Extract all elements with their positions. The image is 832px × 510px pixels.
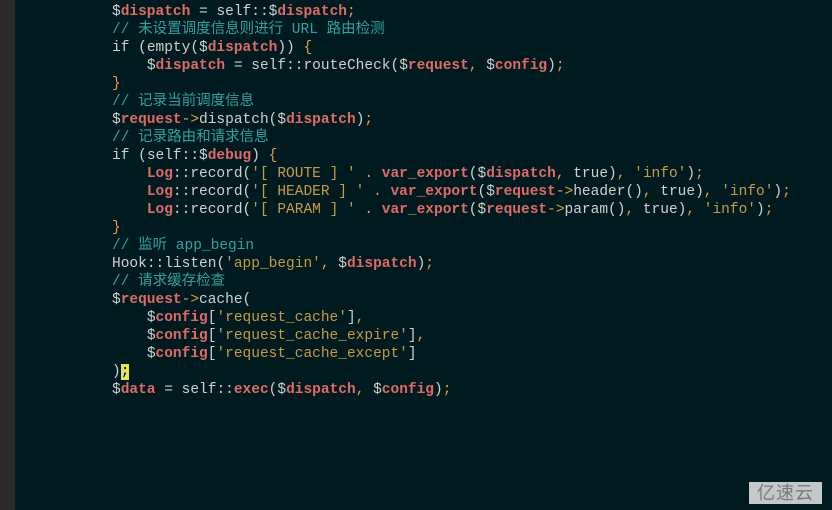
code-line: $dispatch = self::$dispatch; [112,3,791,21]
code-line: ); [112,363,791,381]
code-line: $config['request_cache_expire'], [112,327,791,345]
code-line: Log::record('[ PARAM ] ' . var_export($r… [112,201,791,219]
code-line: // 记录当前调度信息 [112,93,791,111]
code-line: $config['request_cache_except'] [112,345,791,363]
code-line: Hook::listen('app_begin', $dispatch); [112,255,791,273]
code-line: $dispatch = self::routeCheck($request, $… [112,57,791,75]
code-line: // 未设置调度信息则进行 URL 路由检测 [112,21,791,39]
editor-gutter [0,0,15,510]
code-line: $config['request_cache'], [112,309,791,327]
code-line: // 记录路由和请求信息 [112,129,791,147]
code-line: } [112,75,791,93]
code-line: $request->dispatch($dispatch); [112,111,791,129]
code-line: Log::record('[ HEADER ] ' . var_export($… [112,183,791,201]
code-editor-content: $dispatch = self::$dispatch;// 未设置调度信息则进… [112,3,791,399]
code-line: Log::record('[ ROUTE ] ' . var_export($d… [112,165,791,183]
code-line: if (self::$debug) { [112,147,791,165]
code-line: if (empty($dispatch)) { [112,39,791,57]
watermark-logo: 亿速云 [749,482,822,504]
code-line: // 请求缓存检查 [112,273,791,291]
code-line: } [112,219,791,237]
code-line: // 监听 app_begin [112,237,791,255]
code-line: $data = self::exec($dispatch, $config); [112,381,791,399]
code-line: $request->cache( [112,291,791,309]
